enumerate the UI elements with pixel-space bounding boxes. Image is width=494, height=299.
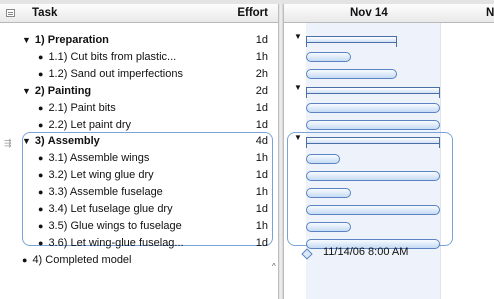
bullet-icon: ● [38,187,44,197]
task-row[interactable]: ● 3.4) Let fuselage glue dry 1d [0,201,278,218]
task-number: 3.4) [48,203,68,215]
task-row[interactable]: ▼ 1) Preparation 1d [0,32,278,49]
date-header-next: N [486,7,494,19]
group-bar[interactable] [306,36,397,47]
task-effort: 1d [255,169,268,181]
task-number: 3.6) [48,237,68,249]
milestone-label: 11/14/06 8:00 AM [323,246,409,258]
task-number: 3) [34,135,45,147]
task-row[interactable]: ● 3.5) Glue wings to fuselage 1h [0,218,278,235]
bullet-icon: ● [38,69,44,79]
task-effort: 2h [255,68,268,80]
disclosure-triangle-icon[interactable]: ▼ [22,86,31,96]
task-bar[interactable] [306,188,351,198]
task-effort: 1h [255,220,268,232]
disclosure-triangle-icon[interactable]: ▼ [22,35,31,45]
task-effort: 1d [255,237,268,249]
task-column-header[interactable]: Task [32,4,57,22]
task-effort: 1h [255,186,268,198]
outline-pane: Task Effort ▼ 1) Preparation 1d ● 1.1) Cut… [0,4,278,299]
task-row[interactable]: ● 2.1) Paint bits 1d [0,100,278,117]
group-bar[interactable] [306,137,440,148]
bullet-icon: ● [38,153,44,163]
bullet-icon: ● [38,221,44,231]
task-name: Assembly [47,135,100,147]
task-name: Preparation [47,34,109,46]
disclosure-triangle-icon[interactable]: ▼ [22,136,31,146]
task-effort: 4d [255,135,268,147]
date-header-nov14: Nov 14 [350,7,388,19]
collapse-triangle-icon[interactable]: ▼ [294,32,302,41]
task-bar[interactable] [306,154,340,164]
task-effort: 1h [255,51,268,63]
task-number: 2) [34,85,45,97]
outline-header: Task Effort [0,4,278,23]
task-number: 3.1) [48,152,68,164]
columns-icon[interactable] [6,9,15,17]
task-effort: 1d [255,34,268,46]
bullet-icon: ● [38,120,44,130]
bullet-icon: ● [38,204,44,214]
task-number: 3.5) [48,220,68,232]
task-name: Paint bits [70,102,116,114]
task-name: Glue wings to fuselage [70,220,182,232]
task-name: Sand out imperfections [70,68,183,80]
task-bar[interactable] [306,222,351,232]
task-row[interactable]: ▼ 3) Assembly 4d [0,133,278,150]
gantt-pane: Nov 14 N ▼ ▼ ▼ 11/14/06 8:00 AM [284,4,494,299]
task-effort: 1h [255,152,268,164]
task-name: Let fuselage glue dry [70,203,173,215]
task-row[interactable]: ● 3.2) Let wing glue dry 1d [0,167,278,184]
bullet-icon: ● [22,255,28,265]
effort-column-header[interactable]: Effort [237,4,268,22]
task-name: Painting [47,85,92,97]
task-name: Let paint dry [70,119,132,131]
bullet-icon: ● [38,170,44,180]
task-bar[interactable] [306,52,351,62]
bullet-icon: ● [38,238,44,248]
collapse-triangle-icon[interactable]: ▼ [294,133,302,142]
collapse-triangle-icon[interactable]: ▼ [294,83,302,92]
bullet-icon: ● [38,52,44,62]
task-name: Assemble fuselage [69,186,163,198]
task-effort: 1d [255,102,268,114]
task-effort: 2d [255,85,268,97]
task-row[interactable]: ● 3.1) Assemble wings 1h [0,150,278,167]
task-name: Completed model [45,254,132,266]
task-number: 3.2) [48,169,68,181]
task-number: 1.2) [48,68,68,80]
task-bar[interactable] [306,69,397,79]
task-number: 1.1) [48,51,68,63]
task-name: Let wing-glue fuselag... [70,237,184,249]
task-bar[interactable] [306,205,440,215]
task-row[interactable]: ● 3.6) Let wing-glue fuselag... 1d [0,235,278,252]
task-number: 4) [32,254,43,266]
task-row[interactable]: ▼ 2) Painting 2d [0,83,278,100]
bullet-icon: ● [38,103,44,113]
task-row[interactable]: ● 4) Completed model [0,252,278,269]
gantt-header: Nov 14 N [284,4,494,23]
task-bar[interactable] [306,171,440,181]
task-number: 3.3) [48,186,68,198]
task-bar[interactable] [306,103,440,113]
task-number: 2.1) [48,102,68,114]
group-bar[interactable] [306,87,440,98]
task-name: Let wing glue dry [70,169,154,181]
task-row[interactable]: ● 3.3) Assemble fuselage 1h [0,184,278,201]
scroll-up-arrow-icon[interactable]: ^ [272,262,276,271]
task-number: 1) [34,34,45,46]
task-name: Assemble wings [69,152,150,164]
task-bar[interactable] [306,120,440,130]
task-effort: 1d [255,203,268,215]
task-row[interactable]: ● 1.1) Cut bits from plastic... 1h [0,49,278,66]
task-number: 2.2) [48,119,68,131]
task-name: Cut bits from plastic... [70,51,177,63]
task-row[interactable]: ● 1.2) Sand out imperfections 2h [0,66,278,83]
